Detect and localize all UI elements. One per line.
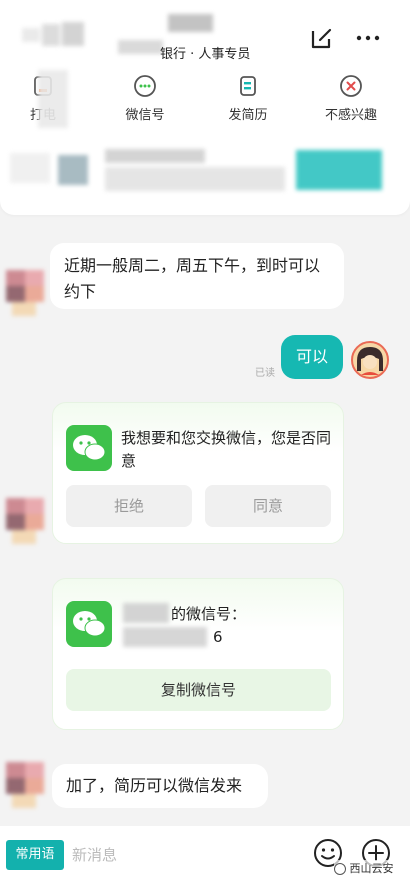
watermark-icon [334, 863, 346, 875]
message-text: 近期一般周二，周五下午，到时可以约下 [64, 256, 321, 301]
watermark-text: 西山云安 [349, 862, 394, 875]
more-icon[interactable] [355, 25, 381, 51]
blurred-name [123, 603, 169, 623]
input-bar: 常用语 新消息 西山云安 [0, 826, 410, 881]
card-text: 的微信号： [171, 605, 247, 623]
avatar[interactable] [6, 270, 44, 318]
wechat-logo-icon [66, 425, 112, 471]
send-resume-action[interactable]: 发简历 [203, 70, 293, 130]
avatar[interactable] [6, 762, 44, 810]
message-text: 加了，简历可以微信发来 [66, 776, 243, 795]
resume-icon [240, 76, 256, 96]
card-text: 我想要和您交换微信，您是否同意 [121, 429, 332, 470]
message-bubble: 近期一般周二，周五下午，到时可以约下 [50, 243, 344, 309]
not-interested-action[interactable]: 不感兴趣 [306, 70, 396, 130]
copy-wechat-button[interactable]: 复制微信号 [66, 669, 331, 711]
reject-button[interactable]: 拒绝 [66, 485, 192, 527]
blurred-job-info [0, 145, 410, 195]
avatar[interactable] [6, 498, 44, 546]
not-interested-icon [340, 75, 362, 97]
wechat-number-card: 的微信号： 6 复制微信号 [52, 578, 344, 730]
not-interested-label: 不感兴趣 [324, 108, 377, 123]
action-bar: 打电 微信号 发简历 不感兴趣 [0, 70, 410, 130]
resume-label: 发简历 [228, 108, 268, 123]
blurred-overlay [38, 70, 68, 128]
wechat-logo-icon [66, 601, 112, 647]
call-action[interactable]: 打电 [0, 70, 88, 130]
blurred-wechat-id [123, 627, 207, 647]
blurred-name-mosaic [22, 18, 92, 56]
wechat-label: 微信号 [125, 108, 165, 123]
wechat-exchange-card: 我想要和您交换微信，您是否同意 拒绝 同意 [52, 402, 344, 544]
common-phrases-button[interactable]: 常用语 [6, 840, 64, 870]
message-input[interactable]: 新消息 [72, 844, 117, 865]
self-avatar[interactable] [351, 341, 389, 379]
wechat-icon [134, 75, 156, 97]
agree-button[interactable]: 同意 [205, 485, 331, 527]
wechat-action[interactable]: 微信号 [100, 70, 190, 130]
read-status: 已读 [255, 368, 275, 379]
watermark: 西山云安 [334, 860, 394, 876]
message-bubble: 加了，简历可以微信发来 [52, 764, 268, 808]
self-message-bubble: 可以 [281, 335, 343, 379]
card-text: 6 [213, 628, 223, 646]
recruiter-title: 银行 · 人事专员 [160, 47, 251, 62]
edit-icon[interactable] [309, 25, 335, 51]
job-header-panel: 银行 · 人事专员 打电 微信号 发简历 [0, 0, 410, 215]
message-text: 可以 [295, 347, 328, 366]
